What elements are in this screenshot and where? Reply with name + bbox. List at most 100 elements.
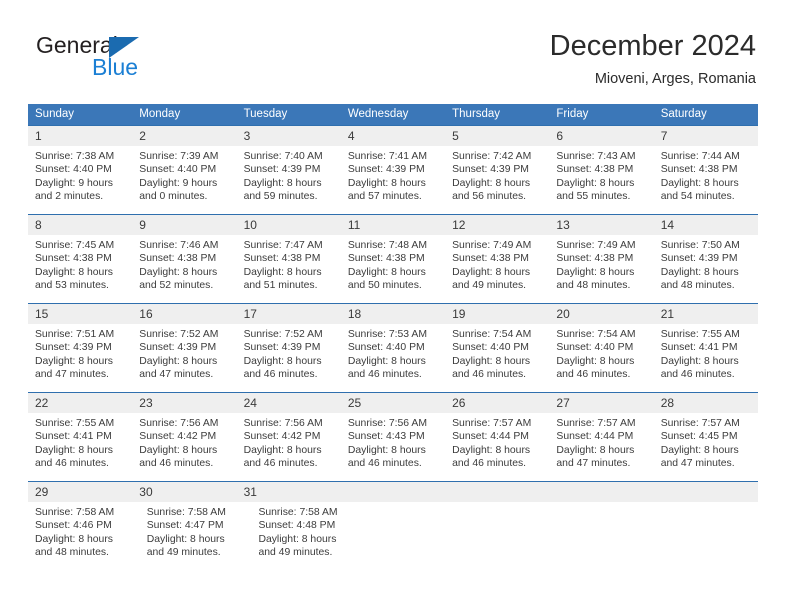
sunset-text: Sunset: 4:38 PM [452, 253, 529, 265]
day-cell[interactable]: Sunrise: 7:57 AM Sunset: 4:45 PM Dayligh… [654, 413, 758, 481]
week-daynumber-band: 1 2 3 4 5 6 7 [28, 126, 758, 146]
day-cell[interactable]: Sunrise: 7:56 AM Sunset: 4:43 PM Dayligh… [341, 413, 445, 481]
sunset-text: Sunset: 4:38 PM [139, 253, 217, 265]
day-cell[interactable]: Sunrise: 7:53 AM Sunset: 4:40 PM Dayligh… [341, 324, 445, 392]
day-number[interactable]: 22 [28, 393, 132, 413]
day-cell[interactable]: Sunrise: 7:51 AM Sunset: 4:39 PM Dayligh… [28, 324, 132, 392]
day-number[interactable]: 7 [654, 126, 758, 146]
daylight-text-line2: and 46 minutes. [556, 369, 631, 381]
daylight-text-line1: Daylight: 8 hours [556, 444, 635, 456]
day-number[interactable]: 1 [28, 126, 132, 146]
day-cell[interactable]: Sunrise: 7:42 AM Sunset: 4:39 PM Dayligh… [445, 146, 549, 214]
day-number[interactable]: 18 [341, 304, 445, 324]
day-cell[interactable]: Sunrise: 7:47 AM Sunset: 4:38 PM Dayligh… [237, 235, 341, 303]
sunrise-text: Sunrise: 7:56 AM [243, 418, 323, 429]
day-number[interactable]: 11 [341, 215, 445, 235]
day-cell[interactable]: Sunrise: 7:52 AM Sunset: 4:39 PM Dayligh… [132, 324, 236, 392]
daylight-text-line1: Daylight: 8 hours [35, 533, 113, 545]
daylight-text-line2: and 46 minutes. [660, 369, 735, 381]
day-number[interactable]: 10 [237, 215, 341, 235]
daylight-text-line2: and 48 minutes. [35, 547, 109, 559]
day-number[interactable]: 6 [549, 126, 653, 146]
day-cell[interactable]: Sunrise: 7:58 AM Sunset: 4:48 PM Dayligh… [251, 502, 363, 570]
day-number-empty [654, 482, 758, 502]
day-cell[interactable]: Sunrise: 7:44 AM Sunset: 4:38 PM Dayligh… [654, 146, 758, 214]
day-cell[interactable]: Sunrise: 7:57 AM Sunset: 4:44 PM Dayligh… [549, 413, 653, 481]
day-number-empty [341, 482, 445, 502]
daylight-text-line1: Daylight: 8 hours [35, 266, 113, 278]
day-number[interactable]: 21 [654, 304, 758, 324]
daylight-text-line2: and 46 minutes. [452, 458, 527, 470]
day-number[interactable]: 15 [28, 304, 132, 324]
day-cell[interactable]: Sunrise: 7:52 AM Sunset: 4:39 PM Dayligh… [237, 324, 341, 392]
general-blue-logo[interactable]: General Blue [36, 32, 236, 88]
sunrise-text: Sunrise: 7:46 AM [139, 240, 219, 251]
day-number[interactable]: 16 [132, 304, 236, 324]
day-number[interactable]: 29 [28, 482, 132, 502]
daylight-text-line2: and 47 minutes. [660, 458, 735, 470]
sunset-text: Sunset: 4:40 PM [139, 164, 217, 176]
day-number[interactable]: 2 [132, 126, 236, 146]
daylight-text-line1: Daylight: 8 hours [146, 533, 225, 545]
day-cell[interactable]: Sunrise: 7:54 AM Sunset: 4:40 PM Dayligh… [549, 324, 653, 392]
day-cell[interactable]: Sunrise: 7:50 AM Sunset: 4:39 PM Dayligh… [654, 235, 758, 303]
sunrise-text: Sunrise: 7:54 AM [556, 329, 636, 340]
day-cell[interactable]: Sunrise: 7:45 AM Sunset: 4:38 PM Dayligh… [28, 235, 132, 303]
sunrise-text: Sunrise: 7:39 AM [139, 151, 219, 162]
day-cell[interactable]: Sunrise: 7:56 AM Sunset: 4:42 PM Dayligh… [132, 413, 236, 481]
day-number[interactable]: 4 [341, 126, 445, 146]
day-cell[interactable]: Sunrise: 7:58 AM Sunset: 4:47 PM Dayligh… [140, 502, 252, 570]
day-number[interactable]: 5 [445, 126, 549, 146]
weekday-header-sunday: Sunday [35, 108, 75, 120]
day-cell[interactable]: Sunrise: 7:56 AM Sunset: 4:42 PM Dayligh… [237, 413, 341, 481]
day-cell[interactable]: Sunrise: 7:55 AM Sunset: 4:41 PM Dayligh… [28, 413, 132, 481]
day-number[interactable]: 30 [132, 482, 236, 502]
day-number[interactable]: 23 [132, 393, 236, 413]
day-cell[interactable]: Sunrise: 7:49 AM Sunset: 4:38 PM Dayligh… [445, 235, 549, 303]
day-cell[interactable]: Sunrise: 7:57 AM Sunset: 4:44 PM Dayligh… [445, 413, 549, 481]
day-number[interactable]: 28 [654, 393, 758, 413]
sunrise-text: Sunrise: 7:52 AM [243, 329, 323, 340]
day-cell[interactable]: Sunrise: 7:40 AM Sunset: 4:39 PM Dayligh… [237, 146, 341, 214]
day-number[interactable]: 24 [237, 393, 341, 413]
day-cell[interactable]: Sunrise: 7:39 AM Sunset: 4:40 PM Dayligh… [132, 146, 236, 214]
day-number[interactable]: 14 [654, 215, 758, 235]
sunrise-text: Sunrise: 7:41 AM [347, 151, 427, 162]
daylight-text-line1: Daylight: 8 hours [556, 177, 635, 189]
sunset-text: Sunset: 4:40 PM [35, 164, 112, 176]
day-number[interactable]: 12 [445, 215, 549, 235]
day-number[interactable]: 25 [341, 393, 445, 413]
day-number[interactable]: 17 [237, 304, 341, 324]
day-cell[interactable]: Sunrise: 7:43 AM Sunset: 4:38 PM Dayligh… [549, 146, 653, 214]
week-row: 29 30 31 Sunrise: 7:58 AM Sunset: 4:46 P… [28, 481, 758, 570]
day-number[interactable]: 9 [132, 215, 236, 235]
daylight-text-line1: Daylight: 8 hours [258, 533, 337, 545]
day-number[interactable]: 13 [549, 215, 653, 235]
day-cell[interactable]: Sunrise: 7:49 AM Sunset: 4:38 PM Dayligh… [549, 235, 653, 303]
day-number-empty [549, 482, 653, 502]
day-number[interactable]: 3 [237, 126, 341, 146]
sunset-text: Sunset: 4:39 PM [243, 342, 321, 354]
sunset-text: Sunset: 4:42 PM [243, 431, 321, 443]
day-cell[interactable]: Sunrise: 7:38 AM Sunset: 4:40 PM Dayligh… [28, 146, 132, 214]
day-number[interactable]: 8 [28, 215, 132, 235]
day-number[interactable]: 20 [549, 304, 653, 324]
day-cell[interactable]: Sunrise: 7:46 AM Sunset: 4:38 PM Dayligh… [132, 235, 236, 303]
sunset-text: Sunset: 4:40 PM [556, 342, 634, 354]
sunrise-text: Sunrise: 7:58 AM [146, 507, 226, 518]
week-detail-band: Sunrise: 7:58 AM Sunset: 4:46 PM Dayligh… [28, 502, 758, 570]
day-number[interactable]: 31 [237, 482, 341, 502]
daylight-text-line1: Daylight: 8 hours [660, 355, 739, 367]
daylight-text-line2: and 46 minutes. [139, 458, 214, 470]
day-cell[interactable]: Sunrise: 7:55 AM Sunset: 4:41 PM Dayligh… [654, 324, 758, 392]
day-cell[interactable]: Sunrise: 7:58 AM Sunset: 4:46 PM Dayligh… [28, 502, 140, 570]
day-cell[interactable]: Sunrise: 7:41 AM Sunset: 4:39 PM Dayligh… [341, 146, 445, 214]
daylight-text-line2: and 2 minutes. [35, 191, 104, 203]
day-cell[interactable]: Sunrise: 7:48 AM Sunset: 4:38 PM Dayligh… [341, 235, 445, 303]
day-number[interactable]: 26 [445, 393, 549, 413]
weekday-header-wednesday: Wednesday [347, 108, 409, 120]
day-cell[interactable]: Sunrise: 7:54 AM Sunset: 4:40 PM Dayligh… [445, 324, 549, 392]
day-number[interactable]: 19 [445, 304, 549, 324]
day-number[interactable]: 27 [549, 393, 653, 413]
calendar-grid: Sunday Monday Tuesday Wednesday Thursday… [28, 104, 758, 570]
